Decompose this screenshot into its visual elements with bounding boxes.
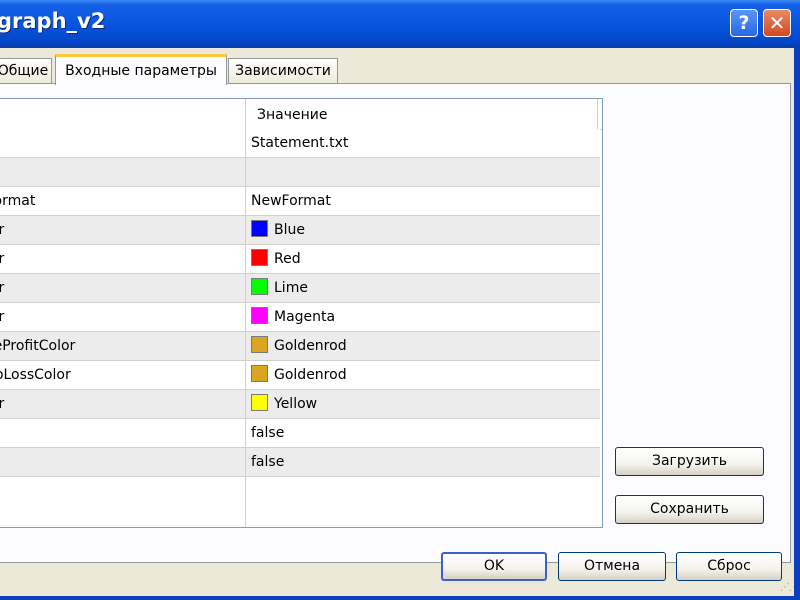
save-button[interactable]: Сохранить [615,495,764,524]
parameter-value-text: Goldenrod [274,367,347,383]
grid-header: Значение [0,99,602,130]
tab-strip: Общие Входные параметры Зависимости [0,54,600,85]
parameter-value-text: Statement.txt [251,135,349,151]
tab-input-parameters[interactable]: Входные параметры [55,54,227,85]
help-button[interactable]: ? [730,9,758,37]
parameter-name-cell: opLossColor [0,367,71,383]
parameter-value-cell[interactable] [247,158,601,186]
parameter-value-text: false [251,454,285,470]
column-divider [245,99,246,527]
header-divider [597,99,598,129]
table-row[interactable]: Statement.txt [0,129,600,158]
parameter-name-cell: keProfitColor [0,338,76,354]
parameter-value-text: Blue [274,222,305,238]
table-row[interactable]: Format NewFormat [0,187,600,216]
parameter-value-text: Magenta [274,309,336,325]
close-button[interactable]: ✕ [763,9,791,37]
color-swatch [251,249,268,266]
table-row[interactable]: lor Lime [0,274,600,303]
table-row[interactable]: false [0,419,600,448]
parameter-name-cell: lor [0,303,244,331]
table-row[interactable]: opLossColor Goldenrod [0,361,600,390]
parameter-name-cell: lor [0,245,244,273]
parameter-value-cell[interactable]: Magenta [247,303,601,331]
parameter-value-text: false [251,425,285,441]
parameter-name-cell [0,419,244,447]
parameter-value-text: Yellow [274,396,318,412]
parameter-value-cell[interactable]: Statement.txt [247,129,601,157]
parameter-value-cell[interactable]: false [247,419,601,447]
parameter-value-cell[interactable]: Goldenrod [247,361,601,389]
color-swatch [251,336,268,353]
title-bar[interactable]: graph_v2 ? ✕ [0,0,800,48]
table-row[interactable] [0,158,600,187]
parameter-value-cell[interactable]: Lime [247,274,601,302]
parameter-value-cell[interactable]: Goldenrod [247,332,601,360]
cancel-button[interactable]: Отмена [558,552,666,581]
color-swatch [251,307,268,324]
window-title: graph_v2 [0,9,106,33]
tab-dependencies[interactable]: Зависимости [228,58,338,84]
ok-button[interactable]: OK [441,552,547,581]
parameter-value-cell[interactable]: false [247,448,601,476]
parameter-name-cell: lor [0,216,244,244]
window-frame-right [794,48,800,600]
reset-button[interactable]: Сброс [676,552,782,581]
parameter-name-cell [0,129,244,157]
parameter-value-text: Red [274,251,301,267]
color-swatch [251,365,268,382]
table-row[interactable]: lor Blue [0,216,600,245]
table-row[interactable]: keProfitColor Goldenrod [0,332,600,361]
parameter-name-cell: Format [0,193,36,209]
parameter-value-cell[interactable]: Yellow [247,390,601,418]
parameter-name-cell [0,158,244,186]
color-swatch [251,278,268,295]
table-row[interactable]: lor Magenta [0,303,600,332]
parameter-value-cell[interactable]: Red [247,245,601,273]
table-row[interactable]: lor Yellow [0,390,600,419]
parameter-name-cell: lor [0,274,244,302]
parameter-value-cell[interactable]: NewFormat [247,187,601,215]
parameter-name-cell: lor [0,390,244,418]
parameters-grid[interactable]: Значение Statement.txt Format NewFormat lor… [0,98,603,528]
load-button[interactable]: Загрузить [615,447,764,476]
column-header-variable[interactable] [0,99,245,129]
table-row[interactable]: false [0,448,600,477]
close-icon: ✕ [768,11,786,35]
parameter-value-text: Lime [274,280,308,296]
parameter-value-text: NewFormat [251,193,331,209]
column-header-value[interactable]: Значение [247,99,597,129]
parameter-value-cell[interactable]: Blue [247,216,601,244]
color-swatch [251,220,268,237]
tab-general[interactable]: Общие [0,58,52,84]
color-swatch [251,394,268,411]
window-frame-bottom [0,596,800,600]
table-row[interactable]: lor Red [0,245,600,274]
parameter-value-text: Goldenrod [274,338,347,354]
parameter-name-cell [0,448,244,476]
